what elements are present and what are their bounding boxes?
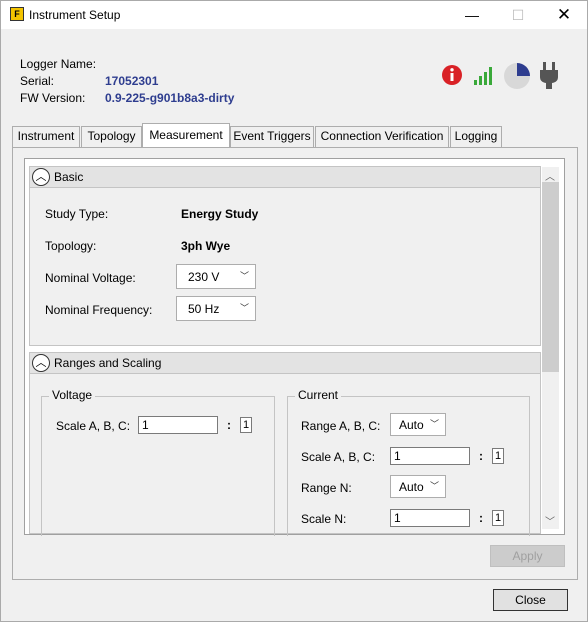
current-scale-abc-label: Scale A, B, C:: [301, 450, 376, 464]
current-scale-abc-input[interactable]: 1: [390, 447, 470, 465]
nominal-frequency-label: Nominal Frequency:: [45, 303, 153, 317]
window-close-button[interactable]: ✕: [541, 1, 587, 29]
signal-strength-icon: [474, 67, 492, 85]
current-scale-abc-ratio-input[interactable]: 1: [492, 448, 504, 464]
power-plug-icon: [540, 62, 558, 89]
scroll-up-icon[interactable]: ︿: [545, 168, 555, 183]
study-type-label: Study Type:: [45, 207, 109, 221]
ranges-section-title: Ranges and Scaling: [54, 356, 162, 370]
tab-logging[interactable]: Logging: [450, 126, 502, 147]
maximize-button[interactable]: ☐: [495, 1, 541, 29]
current-range-n-label: Range N:: [301, 481, 352, 495]
logger-name-label: Logger Name:: [20, 57, 97, 71]
scroll-down-icon[interactable]: ﹀: [545, 513, 555, 528]
scrollbar-thumb[interactable]: [542, 182, 559, 372]
current-range-n-select[interactable]: Auto ﹀: [390, 475, 446, 498]
window-title: Instrument Setup: [29, 8, 121, 22]
tab-topology[interactable]: Topology: [81, 126, 142, 147]
fw-version-value: 0.9-225-g901b8a3-dirty: [105, 91, 235, 105]
voltage-group-title: Voltage: [49, 388, 96, 402]
alert-icon[interactable]: [441, 64, 463, 86]
current-range-abc-label: Range A, B, C:: [301, 419, 381, 433]
serial-value: 17052301: [105, 74, 159, 88]
basic-section-title: Basic: [54, 170, 84, 184]
chevron-up-icon[interactable]: ︿: [32, 168, 50, 186]
nominal-voltage-value: 230 V: [188, 270, 220, 284]
study-type-value: Energy Study: [181, 207, 259, 221]
current-range-n-value: Auto: [399, 480, 424, 494]
vertical-scrollbar[interactable]: ︿ ﹀: [542, 167, 559, 529]
nominal-frequency-value: 50 Hz: [188, 302, 220, 316]
voltage-scale-input[interactable]: 1: [138, 416, 218, 434]
memory-pie-icon: [504, 63, 530, 89]
title-bar: F Instrument Setup — ☐ ✕: [1, 1, 587, 29]
topology-value: 3ph Wye: [181, 239, 231, 253]
chevron-down-icon: ﹀: [239, 303, 249, 313]
nominal-frequency-select[interactable]: 50 Hz ﹀: [176, 296, 256, 321]
serial-label: Serial:: [20, 74, 55, 88]
current-range-abc-select[interactable]: Auto ﹀: [390, 413, 446, 436]
voltage-ratio-separator: :: [227, 418, 231, 432]
minimize-button[interactable]: —: [449, 1, 495, 29]
tab-connection-verification[interactable]: Connection Verification: [315, 126, 449, 147]
current-scale-n-input[interactable]: 1: [390, 509, 470, 527]
chevron-down-icon: ﹀: [429, 481, 439, 491]
ranges-section-header[interactable]: ︿ Ranges and Scaling: [29, 352, 541, 374]
chevron-down-icon: ﹀: [429, 419, 439, 429]
tab-event-triggers[interactable]: Event Triggers: [230, 126, 314, 147]
tab-measurement[interactable]: Measurement: [142, 123, 230, 147]
current-group-title: Current: [295, 388, 342, 402]
app-logo-icon: F: [10, 7, 24, 21]
topology-label: Topology:: [45, 239, 97, 253]
current-scale-n-label: Scale N:: [301, 512, 347, 526]
chevron-down-icon: ﹀: [239, 271, 249, 281]
fw-version-label: FW Version:: [20, 91, 86, 105]
current-scale-n-ratio-input[interactable]: 1: [492, 510, 504, 526]
current-range-abc-value: Auto: [399, 418, 424, 432]
instrument-setup-window: F Instrument Setup — ☐ ✕ Logger Name: Se…: [0, 0, 588, 622]
voltage-scale-label: Scale A, B, C:: [56, 419, 131, 433]
voltage-ratio-input[interactable]: 1: [240, 417, 252, 433]
close-button[interactable]: Close: [493, 589, 568, 611]
chevron-up-icon[interactable]: ︿: [32, 354, 50, 372]
nominal-voltage-label: Nominal Voltage:: [45, 271, 136, 285]
apply-button[interactable]: Apply: [490, 545, 565, 567]
nominal-voltage-select[interactable]: 230 V ﹀: [176, 264, 256, 289]
current-scale-abc-separator: :: [479, 449, 483, 463]
current-scale-n-separator: :: [479, 511, 483, 525]
basic-section-header[interactable]: ︿ Basic: [29, 166, 541, 188]
tab-instrument[interactable]: Instrument: [12, 126, 80, 147]
